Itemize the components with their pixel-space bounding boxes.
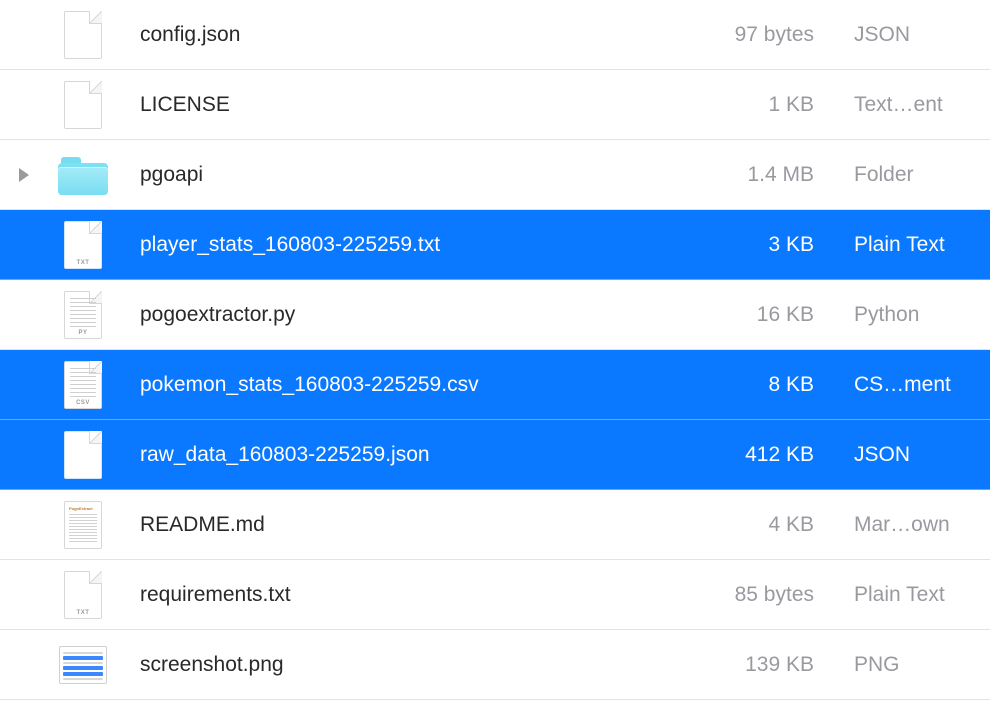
file-row[interactable]: raw_data_160803-225259.json412 KBJSON (0, 420, 990, 490)
file-row[interactable]: LICENSE1 KBText…ent (0, 70, 990, 140)
file-kind: CS…ment (818, 373, 976, 397)
file-name: requirements.txt (118, 583, 648, 607)
file-kind: Plain Text (818, 583, 976, 607)
file-name: player_stats_160803-225259.txt (118, 233, 648, 257)
file-blank-icon (48, 431, 118, 479)
file-size: 97 bytes (648, 23, 818, 47)
file-size: 3 KB (648, 233, 818, 257)
file-kind: JSON (818, 443, 976, 467)
file-kind: Mar…own (818, 513, 976, 537)
file-blank-icon: TXT (48, 571, 118, 619)
file-name: pokemon_stats_160803-225259.csv (118, 373, 648, 397)
file-md-icon: PogoExtract (48, 501, 118, 549)
file-row[interactable]: PogoExtractREADME.md4 KBMar…own (0, 490, 990, 560)
file-blank-icon (48, 81, 118, 129)
file-row[interactable]: TXTrequirements.txt85 bytesPlain Text (0, 560, 990, 630)
file-size: 1.4 MB (648, 163, 818, 187)
folder-icon (48, 155, 118, 195)
file-name: raw_data_160803-225259.json (118, 443, 648, 467)
file-row[interactable]: TXTplayer_stats_160803-225259.txt3 KBPla… (0, 210, 990, 280)
file-size: 412 KB (648, 443, 818, 467)
file-kind: JSON (818, 23, 976, 47)
file-name: pgoapi (118, 163, 648, 187)
file-name: config.json (118, 23, 648, 47)
file-size: 4 KB (648, 513, 818, 537)
file-row[interactable]: config.json97 bytesJSON (0, 0, 990, 70)
file-row[interactable]: screenshot.png139 KBPNG (0, 630, 990, 700)
thumb-icon (48, 646, 118, 684)
file-text-icon: CSV (48, 361, 118, 409)
file-size: 139 KB (648, 653, 818, 677)
file-list[interactable]: config.json97 bytesJSONLICENSE1 KBText…e… (0, 0, 990, 700)
file-name: README.md (118, 513, 648, 537)
file-blank-icon: TXT (48, 221, 118, 269)
file-name: screenshot.png (118, 653, 648, 677)
file-size: 16 KB (648, 303, 818, 327)
file-row[interactable]: pgoapi1.4 MBFolder (0, 140, 990, 210)
file-kind: Plain Text (818, 233, 976, 257)
file-kind: Text…ent (818, 93, 976, 117)
file-row[interactable]: PYpogoextractor.py16 KBPython (0, 280, 990, 350)
file-kind: Python (818, 303, 976, 327)
disclosure-triangle[interactable] (0, 168, 48, 182)
file-size: 85 bytes (648, 583, 818, 607)
file-size: 8 KB (648, 373, 818, 397)
file-row[interactable]: CSVpokemon_stats_160803-225259.csv8 KBCS… (0, 350, 990, 420)
file-text-icon: PY (48, 291, 118, 339)
file-name: LICENSE (118, 93, 648, 117)
file-kind: Folder (818, 163, 976, 187)
file-name: pogoextractor.py (118, 303, 648, 327)
file-blank-icon (48, 11, 118, 59)
file-size: 1 KB (648, 93, 818, 117)
file-kind: PNG (818, 653, 976, 677)
